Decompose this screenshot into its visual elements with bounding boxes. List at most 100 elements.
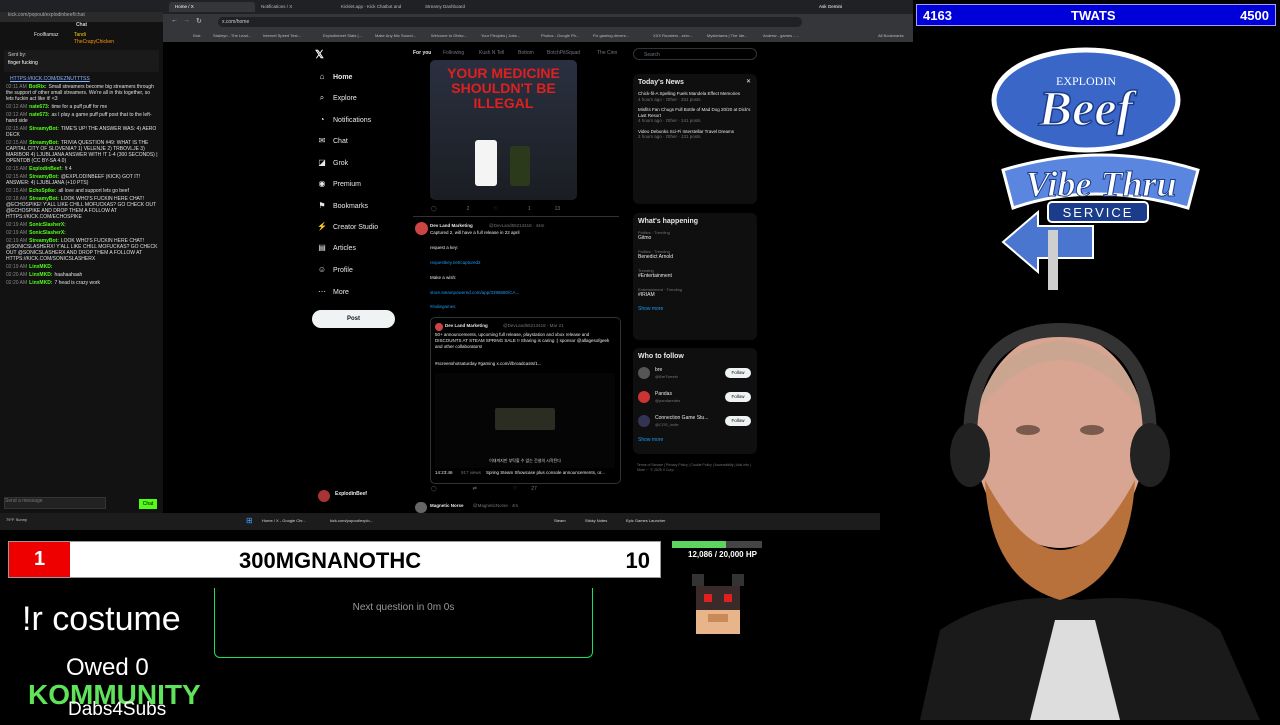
bookmark-item[interactable]: Photos - Google Ph... (541, 33, 579, 38)
weather[interactable]: 79°F Sunny (6, 517, 27, 522)
news-item[interactable]: Video Debunks Sci-Fi Interstellar Travel… (633, 129, 757, 140)
reply-icon[interactable]: ◯ (431, 486, 437, 492)
ask-gemini-button[interactable]: Ask Gemini (813, 2, 859, 12)
tab-kicklet[interactable]: Kicklet.app - Kick Chatbot and (335, 2, 419, 12)
bookmark-item[interactable]: Explodinbeef Stats |... (323, 33, 362, 38)
bookmark-item[interactable]: Internet Speed Test... (263, 33, 301, 38)
account-name[interactable]: ExplodinBeef (335, 491, 367, 497)
news-item[interactable]: Misfits Fan Chugs Full Bottle of Mad Dog… (633, 107, 757, 124)
follow-button[interactable]: Follow (725, 368, 751, 378)
tweet-avatar[interactable] (415, 502, 427, 513)
taskbar-item[interactable]: Home / X - Google Chr... (262, 518, 306, 523)
bookmark-item[interactable]: All Bookmarks (878, 33, 904, 38)
trend-item[interactable]: Politics · Trending Gitmo (633, 230, 757, 241)
nav-profile[interactable]: ☺ Profile (317, 264, 353, 276)
chat-username[interactable]: StreamyBot: (29, 126, 59, 132)
follow-button[interactable]: Follow (725, 416, 751, 426)
nav-chat[interactable]: ✉ Chat (317, 135, 348, 147)
show-more-link[interactable]: Show more (633, 306, 757, 318)
bookmark-item[interactable]: XXX Roosters - zero... (653, 33, 693, 38)
tweet-link[interactable]: requestkey.net/captured2 (430, 260, 480, 266)
post-button[interactable]: Post (312, 310, 395, 328)
chat-username[interactable]: SonicSlasherX: (29, 222, 66, 228)
nav-bookmarks[interactable]: ⚑ Bookmarks (317, 200, 368, 212)
taskbar-item[interactable]: Steam (554, 518, 566, 523)
feed-tab-list[interactable]: Kush N Tell (479, 50, 504, 56)
feed-tab-list[interactable]: BotchPitSquad (547, 50, 580, 56)
close-icon[interactable]: ✕ (746, 78, 751, 85)
chat-message: 02:19 AM SonicSlasherX: (0, 230, 163, 238)
bookmarks-bar: Kick Stakiryn - The Lead... Internet Spe… (163, 30, 913, 42)
taskbar-item[interactable]: Sticky Notes (585, 518, 607, 523)
footer-links[interactable]: Terms of Service | Privacy Policy | Cook… (637, 463, 755, 473)
follow-suggestion[interactable]: Pandas @pandaredes Follow (633, 389, 757, 413)
video-player[interactable]: 이대까지만 부탁할 수 없는 건설의 시작된다 (435, 373, 615, 468)
retweet-icon[interactable]: ⇄ (473, 486, 477, 492)
forward-icon[interactable]: → (183, 17, 190, 24)
trend-item[interactable]: Politics · Trending Benedict Arnold (633, 249, 757, 260)
tab-home-x[interactable]: Home / X (169, 2, 255, 12)
feed-tab-list[interactable]: Bottom (518, 50, 534, 56)
nav-label: Explore (333, 95, 357, 102)
chat-username[interactable]: LinxMKD: (29, 264, 52, 270)
chat-username[interactable]: EchoSpike: (29, 188, 56, 194)
show-more-link[interactable]: Show more (633, 437, 757, 449)
bookmark-item[interactable]: Mysteriams | The Ide... (707, 33, 748, 38)
tab-streamy[interactable]: Streamy Dashboard (419, 2, 505, 12)
chat-username[interactable]: LinxMKD: (29, 280, 52, 286)
tab-notifications[interactable]: Notifications / X (255, 2, 335, 12)
feed-tab-list[interactable]: The Cinn (597, 50, 617, 56)
chat-username[interactable]: LinxMKD: (29, 272, 52, 278)
search-input[interactable]: Search (633, 48, 757, 60)
chat-username[interactable]: nate673: (29, 112, 49, 118)
quote-tweet[interactable]: Dev Land Marketing @DevLand55213418 · Ma… (430, 317, 621, 484)
reload-icon[interactable]: ↻ (196, 17, 202, 25)
chat-username[interactable]: ExplodinBeef: (29, 166, 63, 172)
trend-item[interactable]: Entertainment · Trending #IRIAM (633, 287, 757, 298)
follow-button[interactable]: Follow (725, 392, 751, 402)
nav-premium[interactable]: ◉ Premium (317, 178, 362, 190)
like-icon[interactable]: ♡ (493, 206, 497, 212)
taskbar-item[interactable]: kick.com/popout/explo... (330, 518, 373, 523)
news-item[interactable]: Chick-fil-A Spelling Fuels Mandela Effec… (633, 91, 757, 102)
taskbar-item[interactable]: Epic Games Launcher (626, 518, 666, 523)
trend-item[interactable]: Trending #Entertainment (633, 268, 757, 279)
feed-tab-following[interactable]: Following (443, 50, 464, 56)
account-avatar[interactable] (318, 490, 330, 502)
chat-input[interactable]: Send a message (4, 497, 106, 509)
bookmark-item[interactable]: Your Flexjobs | Jobs... (481, 33, 520, 38)
bookmark-item[interactable]: Stakiryn - The Lead... (213, 33, 251, 38)
tweet-hashtag[interactable]: #indiegames (430, 304, 456, 310)
address-bar[interactable]: x.com/home (218, 17, 802, 27)
back-icon[interactable]: ← (171, 17, 178, 24)
follow-suggestion[interactable]: bre @BreTweetz Follow (633, 365, 757, 389)
nav-articles[interactable]: ▤ Articles (317, 242, 356, 254)
bookmark-item[interactable]: Fix gaming drivers... (593, 33, 629, 38)
chat-window-url[interactable]: kick.com/popout/explodinbeef/chat (0, 12, 163, 22)
chat-send-button[interactable]: Chat (139, 499, 157, 509)
reply-icon[interactable]: ◯ (431, 206, 437, 212)
tweet-author[interactable]: Magnetic Norse (430, 503, 464, 509)
windows-icon[interactable]: ⊞ (246, 516, 253, 525)
tweet-link[interactable]: store.steampowered.com/app/3398680/CA... (430, 290, 519, 296)
follow-suggestion[interactable]: Connection Game Stu... @CGS_Indie Follow (633, 413, 757, 437)
tweet-author[interactable]: Dev Land Marketing (430, 223, 473, 229)
chat-username[interactable]: SonicSlasherX: (29, 230, 66, 236)
chat-username[interactable]: nate673: (29, 104, 49, 110)
x-logo-icon[interactable]: 𝕏 (315, 48, 324, 61)
nav-explore[interactable]: ⌕ Explore (317, 92, 357, 104)
bookmark-item[interactable]: Andrew - games - ... (763, 33, 799, 38)
chat-message-list[interactable]: HTTPS://KICK.COM/DEZNUTTTSS 02:11 AM BotRi… (0, 76, 163, 288)
bookmark-item[interactable]: Make Any Mic Sound... (375, 33, 416, 38)
nav-notifications[interactable]: ◔ Notifications (317, 114, 372, 126)
nav-home[interactable]: ⌂ Home (317, 71, 353, 83)
nav-creator-studio[interactable]: ⚡ Creator Studio (317, 221, 378, 233)
tweet-image[interactable]: YOUR MEDICINE SHOULDN'T BE ILLEGAL (430, 60, 577, 200)
bookmark-item[interactable]: Welcome to Obfsc... (431, 33, 467, 38)
feed-tab-for-you[interactable]: For you (413, 50, 431, 56)
tweet-avatar[interactable] (415, 222, 428, 235)
nav-more[interactable]: ⋯ More (317, 286, 349, 298)
nav-grok[interactable]: ◪ Grok (317, 157, 348, 169)
like-icon[interactable]: ♡ (513, 486, 517, 492)
bookmark-item[interactable]: Kick (193, 33, 201, 38)
